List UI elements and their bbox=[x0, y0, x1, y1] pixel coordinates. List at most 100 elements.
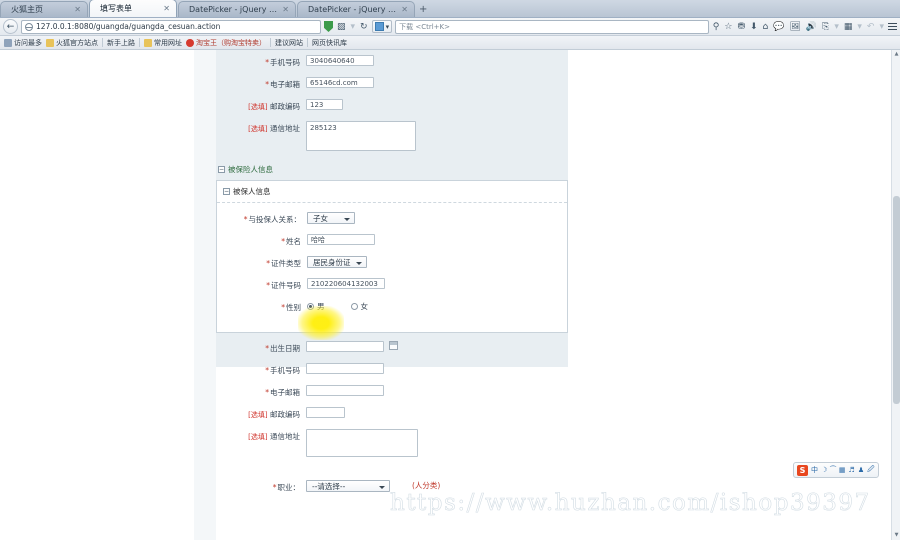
close-icon[interactable]: ✕ bbox=[163, 4, 170, 13]
folder-icon bbox=[144, 38, 152, 47]
close-icon[interactable]: ✕ bbox=[74, 5, 81, 14]
chevron-down-icon[interactable]: ▾ bbox=[350, 22, 357, 32]
page-viewport: *手机号码 3040640640 *电子邮箱 65146cd.com [选填] … bbox=[0, 50, 900, 540]
radio-dot-icon bbox=[350, 303, 358, 310]
grid-icon[interactable]: ▨ bbox=[336, 22, 347, 32]
browser-tab-3[interactable]: DatePicker - jQuery plugin ✕ bbox=[297, 1, 415, 17]
field-label: *手机号码 bbox=[265, 366, 300, 375]
crop-icon[interactable]: ⎘ bbox=[821, 22, 830, 32]
scroll-up-arrow-icon[interactable]: ▲ bbox=[893, 51, 900, 58]
field-row-name: *姓名 哈哈 bbox=[217, 234, 567, 247]
id-number-input[interactable]: 210220604132003 bbox=[307, 278, 385, 289]
undo-icon[interactable]: ↶ bbox=[866, 22, 876, 32]
download-helper-button[interactable]: ▾ bbox=[371, 20, 393, 33]
insured-address-textarea[interactable] bbox=[306, 429, 418, 457]
field-row-insured-address: [选填] 通信地址 bbox=[216, 429, 568, 457]
collapse-icon[interactable]: − bbox=[223, 188, 230, 195]
chevron-down-icon[interactable]: ▾ bbox=[856, 22, 863, 32]
moon-icon[interactable]: ☽ bbox=[821, 466, 827, 474]
field-row-relation: *与投保人关系： 子女 bbox=[217, 212, 567, 225]
birthdate-input[interactable] bbox=[306, 341, 384, 352]
postcode-input[interactable]: 123 bbox=[306, 99, 343, 110]
browser-tab-1-active[interactable]: 填写表单 ✕ bbox=[89, 0, 177, 17]
calendar-icon[interactable] bbox=[389, 341, 398, 350]
bookmark-label: 常用网址 bbox=[154, 38, 182, 47]
bookmark-label: 新手上路 bbox=[107, 38, 135, 47]
mobile-input[interactable]: 3040640640 bbox=[306, 55, 374, 66]
close-icon[interactable]: ✕ bbox=[401, 5, 408, 14]
keyboard-icon[interactable]: ▦ bbox=[839, 466, 846, 474]
vertical-scrollbar[interactable]: ▲ ▼ bbox=[891, 50, 900, 540]
panel-header-insured[interactable]: − 被保人信息 bbox=[217, 186, 567, 203]
bookmarks-bar: 访问最多 火狐官方站点 新手上路 常用网址 淘宝王（购淘宝特卖） 建议网站 网页… bbox=[0, 36, 900, 50]
field-label: [选填] 通信地址 bbox=[248, 432, 300, 441]
scroll-down-arrow-icon[interactable]: ▼ bbox=[893, 532, 900, 539]
gender-radio-male[interactable]: 男 bbox=[307, 301, 325, 312]
hamburger-menu-icon[interactable] bbox=[888, 22, 897, 31]
field-label: [选填] 邮政编码 bbox=[248, 410, 300, 419]
id-type-select[interactable]: 居民身份证 bbox=[307, 256, 367, 268]
search-input[interactable]: 下载 <Ctrl+K> bbox=[395, 19, 709, 34]
sogou-logo-icon[interactable]: S bbox=[797, 464, 808, 476]
field-label: *电子邮箱 bbox=[265, 80, 300, 89]
bookmark-icon bbox=[4, 38, 12, 47]
radio-label: 男 bbox=[317, 302, 325, 311]
field-row-postcode: [选填] 邮政编码 123 bbox=[216, 99, 568, 112]
page-left-gutter bbox=[194, 50, 216, 540]
search-icon[interactable]: ⚲ bbox=[712, 22, 721, 32]
bookmark-item-1[interactable]: 火狐官方站点 bbox=[46, 38, 98, 48]
field-label: *与投保人关系： bbox=[243, 215, 301, 224]
section-header-insured[interactable]: − 被保险人信息 bbox=[218, 164, 568, 175]
collapse-icon[interactable]: − bbox=[218, 166, 225, 173]
browser-tab-0[interactable]: 火狐主页 ✕ bbox=[0, 1, 88, 17]
back-arrow-icon[interactable]: ← bbox=[3, 19, 18, 34]
gender-radio-female[interactable]: 女 bbox=[350, 301, 368, 312]
voice-icon[interactable]: ♬ bbox=[849, 466, 855, 474]
chinese-mode-icon[interactable]: 中 bbox=[811, 465, 818, 475]
field-label: [选填] 通信地址 bbox=[248, 124, 300, 133]
field-label: *证件类型 bbox=[266, 259, 301, 268]
chat-icon[interactable]: 💬 bbox=[772, 22, 785, 32]
star-icon[interactable]: ☆ bbox=[723, 22, 733, 32]
occupation-select[interactable]: --请选择-- bbox=[306, 480, 390, 492]
insured-postcode-input[interactable] bbox=[306, 407, 345, 418]
address-textarea[interactable]: 285123 bbox=[306, 121, 416, 151]
gender-radio-group: 男 女 bbox=[307, 300, 368, 312]
chevron-down-icon[interactable]: ▾ bbox=[878, 22, 885, 32]
close-icon[interactable]: ✕ bbox=[282, 5, 289, 14]
shield-icon[interactable] bbox=[324, 21, 333, 32]
browser-tab-2[interactable]: DatePicker - jQuery plugin ✕ bbox=[178, 1, 296, 17]
scrollbar-thumb[interactable] bbox=[893, 196, 900, 404]
bookmark-item-3[interactable]: 常用网址 bbox=[144, 38, 182, 48]
bookmark-item-6[interactable]: 网页快讯库 bbox=[312, 38, 347, 48]
bookmark-item-4[interactable]: 淘宝王（购淘宝特卖） bbox=[186, 38, 266, 48]
name-input[interactable]: 哈哈 bbox=[307, 234, 375, 245]
relation-select[interactable]: 子女 bbox=[307, 212, 355, 224]
tools-icon[interactable]: 🖉 bbox=[867, 465, 874, 476]
folder-icon bbox=[46, 38, 54, 47]
insured-email-input[interactable] bbox=[306, 385, 384, 396]
reload-icon[interactable]: ↻ bbox=[359, 22, 369, 32]
punctuation-icon[interactable]: ⁀ bbox=[830, 466, 836, 474]
screenshot-icon[interactable]: 🖼 bbox=[788, 22, 801, 32]
sound-icon[interactable]: 🔊 bbox=[805, 22, 818, 32]
address-bar[interactable]: 127.0.0.1:8080/guangda/guangda_cesuan.ac… bbox=[21, 19, 321, 34]
extension-icon[interactable]: ▦ bbox=[843, 22, 854, 32]
new-tab-button[interactable]: + bbox=[416, 4, 432, 17]
chevron-down-icon[interactable]: ▾ bbox=[833, 22, 840, 32]
bookmark-item-5[interactable]: 建议网站 bbox=[275, 38, 303, 48]
ime-toolbar[interactable]: S 中 ☽ ⁀ ▦ ♬ ♟ 🖉 bbox=[793, 462, 879, 478]
home-icon[interactable]: ⌂ bbox=[762, 22, 770, 32]
field-label: *性别 bbox=[281, 303, 301, 312]
skin-icon[interactable]: ♟ bbox=[858, 466, 864, 474]
tab-title: 火狐主页 bbox=[11, 5, 43, 14]
field-label: *证件号码 bbox=[266, 281, 301, 290]
pocket-icon[interactable]: ⛃ bbox=[736, 22, 746, 32]
insured-mobile-input[interactable] bbox=[306, 363, 384, 374]
email-input[interactable]: 65146cd.com bbox=[306, 77, 374, 88]
bookmark-item-0[interactable]: 访问最多 bbox=[4, 38, 42, 48]
bookmark-label: 访问最多 bbox=[14, 38, 42, 47]
field-row-insured-mobile: *手机号码 bbox=[216, 363, 568, 376]
bookmark-item-2[interactable]: 新手上路 bbox=[107, 38, 135, 48]
download-icon[interactable]: ⬇ bbox=[749, 22, 759, 32]
